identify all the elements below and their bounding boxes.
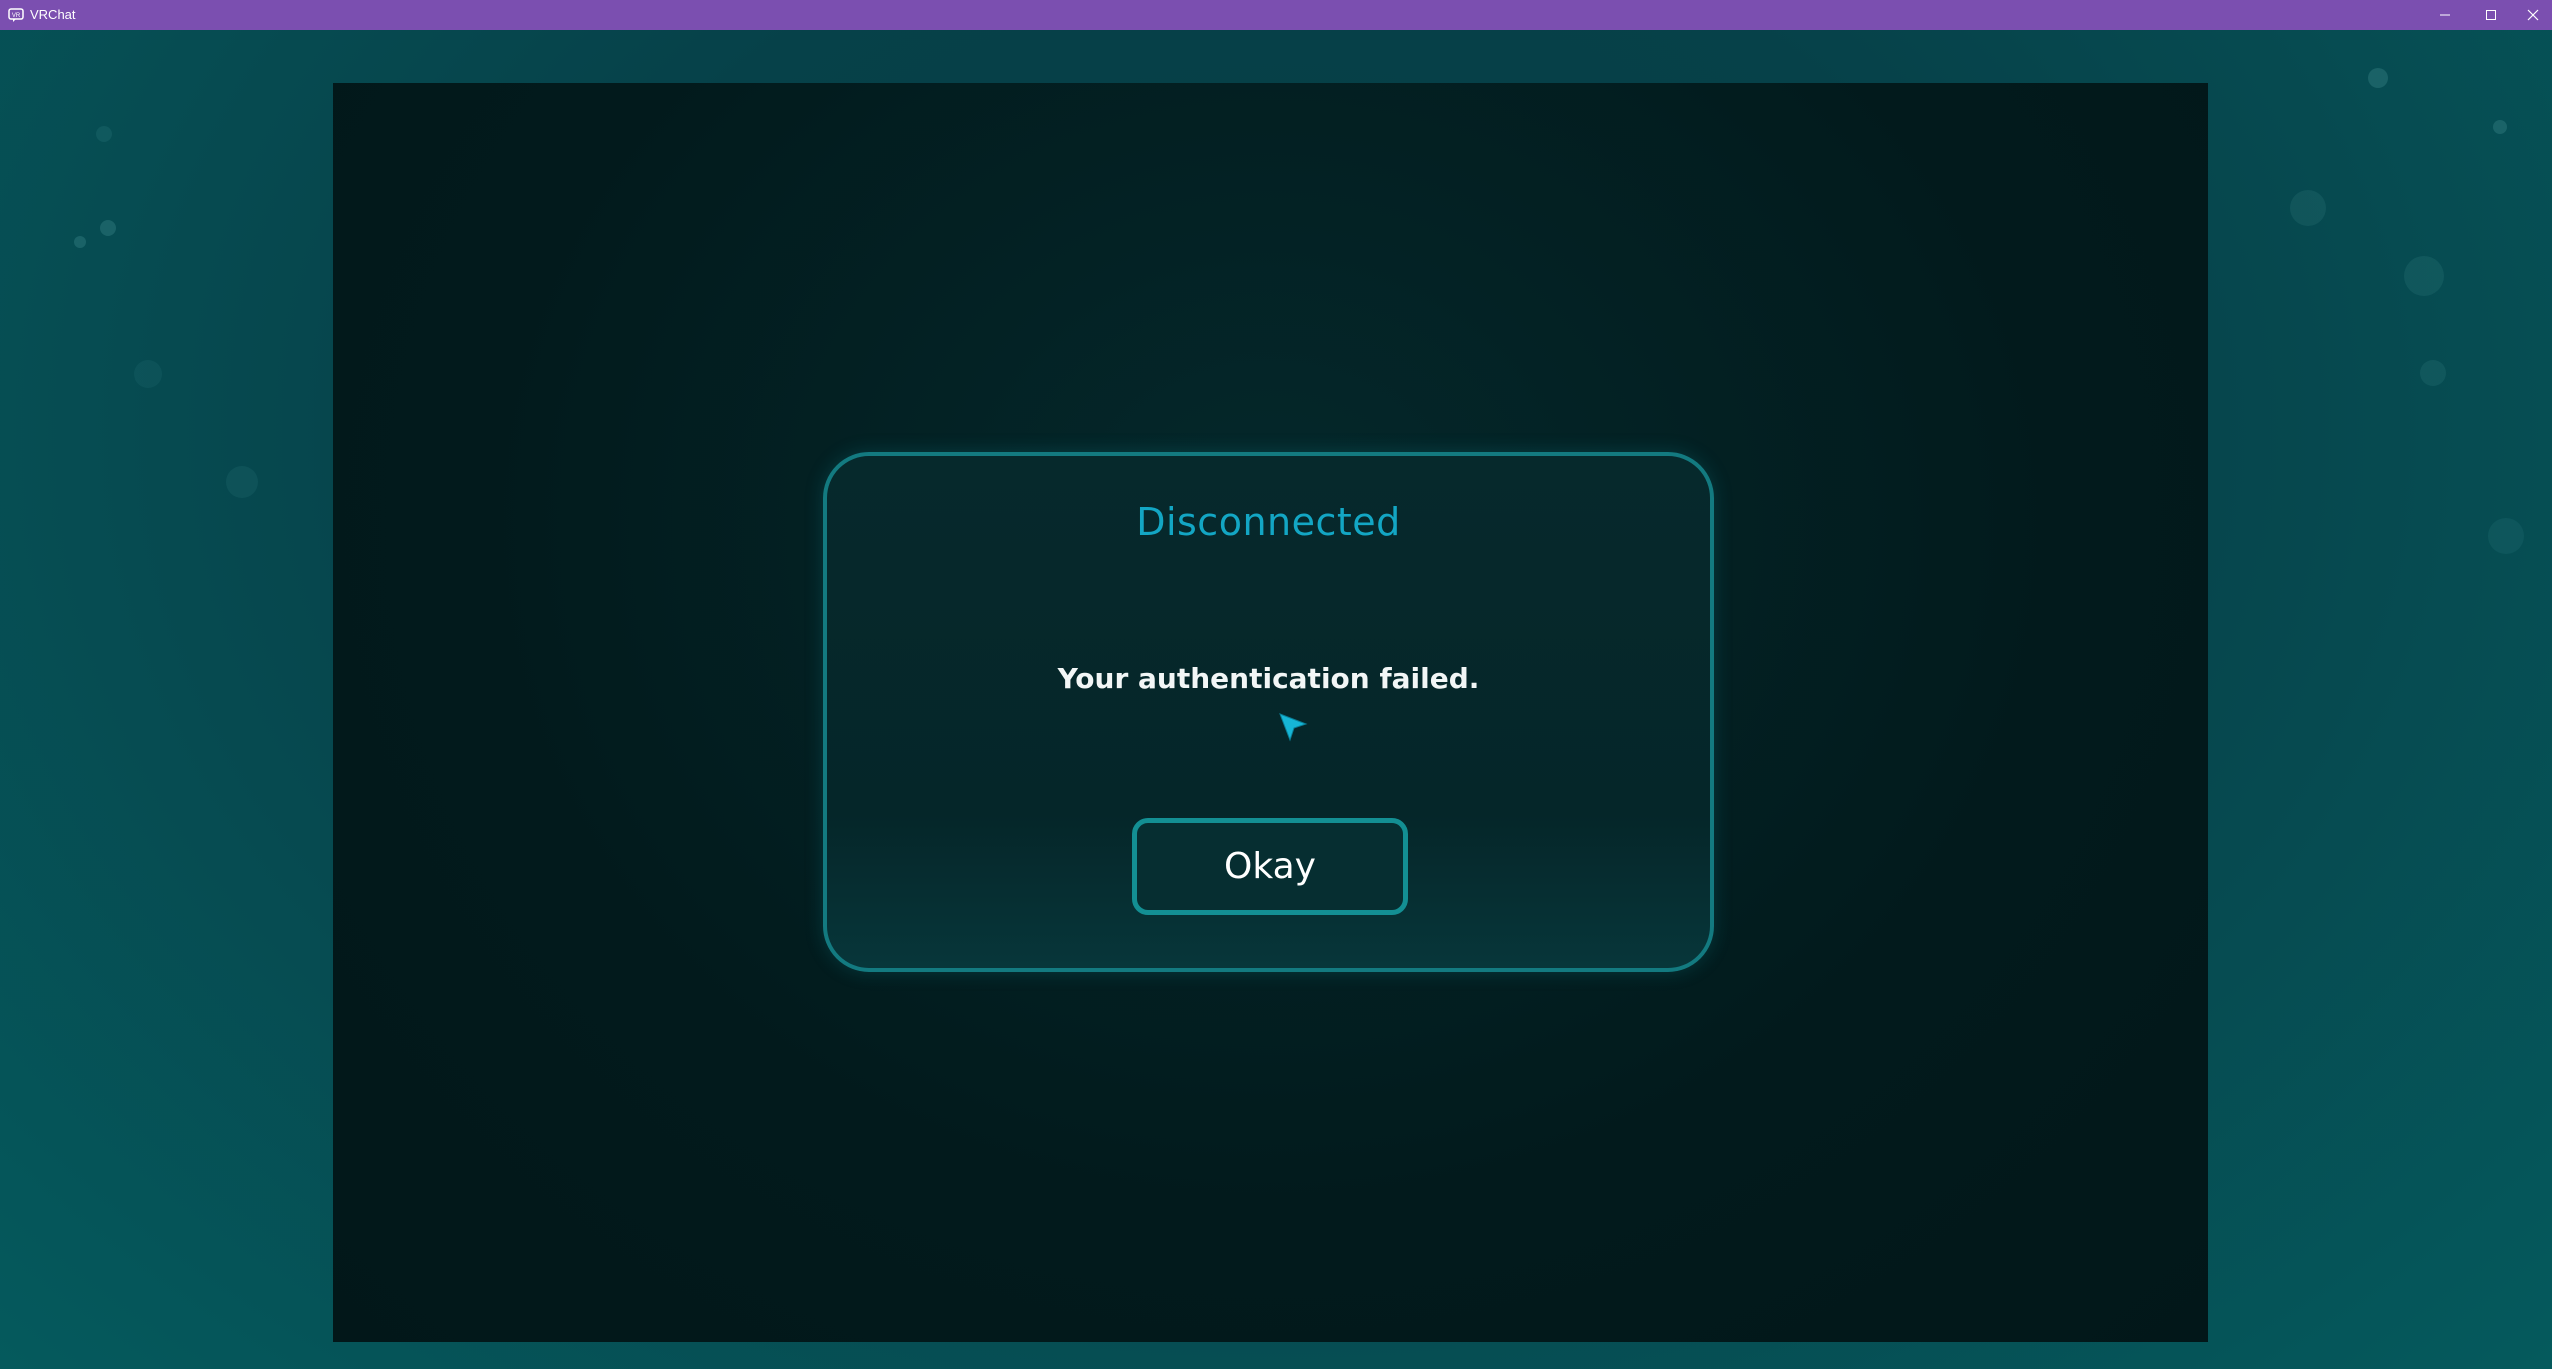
dialog-title: Disconnected	[1136, 500, 1401, 544]
background-particle	[100, 220, 116, 236]
pointer-cursor-icon	[1278, 712, 1308, 742]
background-particle	[2404, 256, 2444, 296]
close-icon	[2527, 6, 2539, 25]
background-particle	[2420, 360, 2446, 386]
window-titlebar[interactable]: VR VRChat	[0, 0, 2552, 30]
background-particle	[2493, 120, 2507, 134]
background-particle	[2290, 190, 2326, 226]
okay-button[interactable]: Okay	[1132, 818, 1408, 915]
maximize-button[interactable]	[2468, 0, 2514, 30]
dialog-message: Your authentication failed.	[1057, 662, 1480, 695]
minimize-icon	[2439, 6, 2451, 25]
maximize-icon	[2485, 6, 2497, 25]
background-particle	[226, 466, 258, 498]
background-particle	[96, 126, 112, 142]
background-particle	[2368, 68, 2388, 88]
window-title: VRChat	[30, 7, 76, 22]
background-particle	[74, 236, 86, 248]
close-button[interactable]	[2514, 0, 2552, 30]
vrchat-app-icon: VR	[8, 7, 24, 23]
background-particle	[2488, 518, 2524, 554]
minimize-button[interactable]	[2422, 0, 2468, 30]
background-particle	[134, 360, 162, 388]
svg-text:VR: VR	[12, 13, 21, 19]
disconnected-dialog: Disconnected Your authentication failed.…	[823, 452, 1714, 972]
